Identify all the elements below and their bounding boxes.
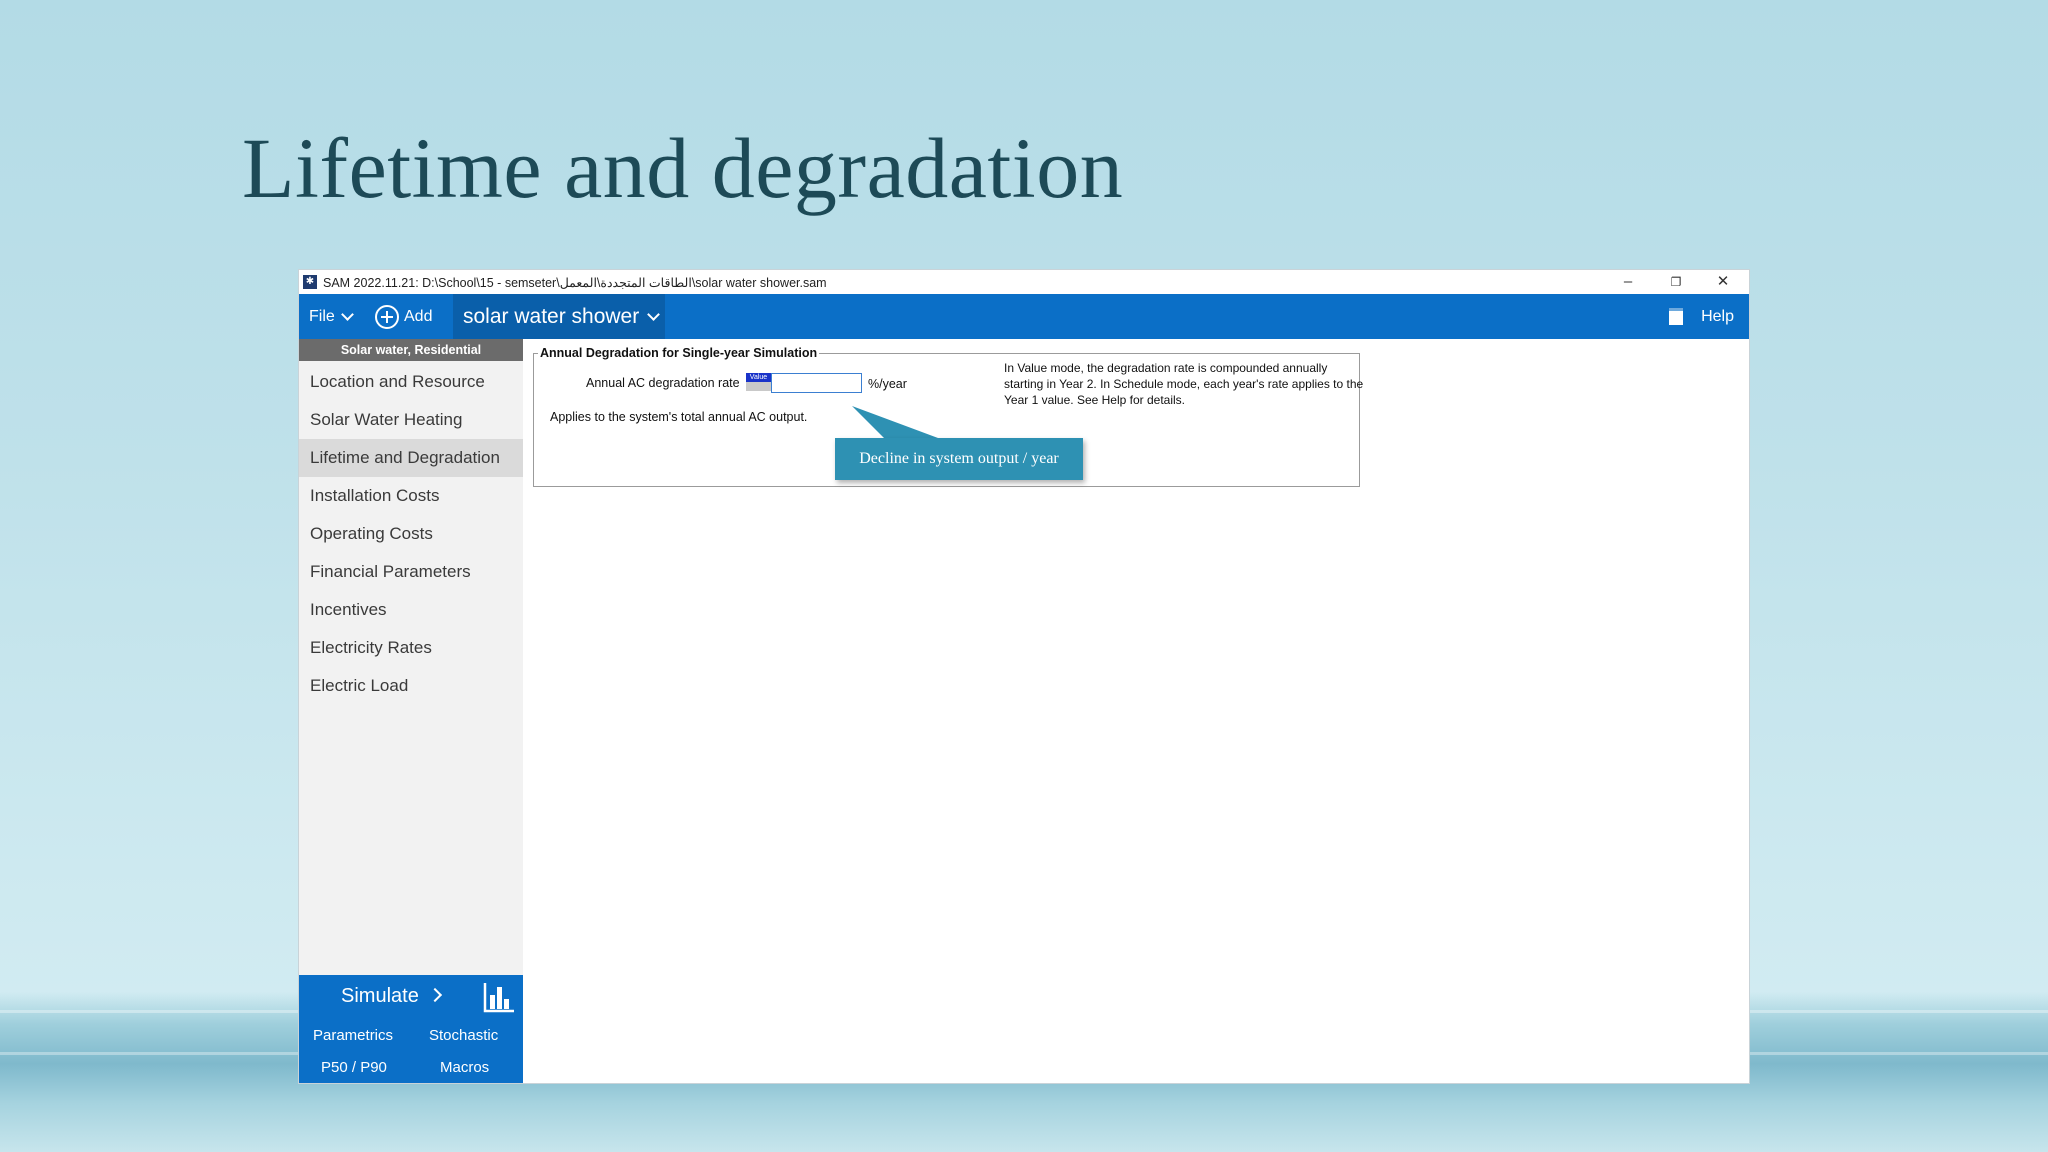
add-label: Add: [404, 307, 433, 325]
chevron-down-icon: [340, 308, 354, 321]
simulate-button[interactable]: Simulate: [341, 985, 443, 1008]
sidebar-item-operating-costs[interactable]: Operating Costs: [299, 515, 523, 553]
window-title: SAM 2022.11.21: D:\School\15 - semseter\…: [323, 275, 827, 290]
unit-label: %/year: [868, 377, 907, 391]
sidebar-item-location[interactable]: Location and Resource: [299, 363, 523, 401]
simulate-panel: Simulate Parametrics Stochastic P50 / P9…: [299, 975, 523, 1083]
callout-annotation: Decline in system output / year: [835, 438, 1083, 480]
bar-chart-icon[interactable]: [481, 979, 517, 1015]
case-tab[interactable]: solar water shower: [453, 294, 665, 339]
schedule-mode-toggle[interactable]: [746, 382, 771, 391]
parametrics-link[interactable]: Parametrics: [313, 1027, 393, 1044]
menu-bar: File Add solar water shower Help: [299, 294, 1749, 339]
restore-button[interactable]: ❐: [1653, 270, 1699, 294]
app-icon: ✱: [303, 275, 317, 289]
sidebar-item-lifetime[interactable]: Lifetime and Degradation: [299, 439, 523, 477]
sidebar-item-solar-water-heating[interactable]: Solar Water Heating: [299, 401, 523, 439]
simulate-label: Simulate: [341, 985, 419, 1007]
minimize-button[interactable]: –: [1605, 270, 1651, 294]
sidebar-item-installation-costs[interactable]: Installation Costs: [299, 477, 523, 515]
app-window: ✱ SAM 2022.11.21: D:\School\15 - semsete…: [299, 270, 1749, 1083]
file-menu-label: File: [309, 307, 335, 325]
group-title: Annual Degradation for Single-year Simul…: [538, 346, 820, 360]
sidebar: Solar water, Residential Location and Re…: [299, 339, 523, 1083]
add-circle-icon: [375, 304, 399, 329]
title-bar: ✱ SAM 2022.11.21: D:\School\15 - semsete…: [299, 270, 1749, 294]
book-icon: [1669, 308, 1684, 325]
applies-note: Applies to the system's total annual AC …: [550, 410, 808, 424]
sidebar-item-incentives[interactable]: Incentives: [299, 591, 523, 629]
sidebar-item-electric-load[interactable]: Electric Load: [299, 667, 523, 705]
value-mode-toggle[interactable]: Value: [746, 373, 771, 382]
help-label: Help: [1701, 307, 1734, 325]
main-content: Annual Degradation for Single-year Simul…: [523, 339, 1749, 1083]
macros-link[interactable]: Macros: [440, 1059, 489, 1076]
help-button[interactable]: Help: [1669, 294, 1734, 339]
sidebar-item-electricity-rates[interactable]: Electricity Rates: [299, 629, 523, 667]
sidebar-header: Solar water, Residential: [299, 339, 523, 361]
chevron-right-icon: [428, 987, 443, 1003]
case-name: solar water shower: [463, 304, 640, 328]
degradation-rate-input[interactable]: [771, 373, 862, 393]
add-button[interactable]: Add: [375, 294, 432, 339]
slide-title: Lifetime and degradation: [242, 120, 1124, 216]
close-button[interactable]: ✕: [1700, 270, 1746, 294]
file-menu[interactable]: File: [309, 294, 354, 339]
sidebar-item-financial-parameters[interactable]: Financial Parameters: [299, 553, 523, 591]
chevron-down-icon: [647, 308, 661, 321]
p50-p90-link[interactable]: P50 / P90: [321, 1059, 387, 1076]
degradation-rate-label: Annual AC degradation rate: [586, 376, 740, 390]
info-note: In Value mode, the degradation rate is c…: [1004, 361, 1364, 407]
stochastic-link[interactable]: Stochastic: [429, 1027, 498, 1044]
